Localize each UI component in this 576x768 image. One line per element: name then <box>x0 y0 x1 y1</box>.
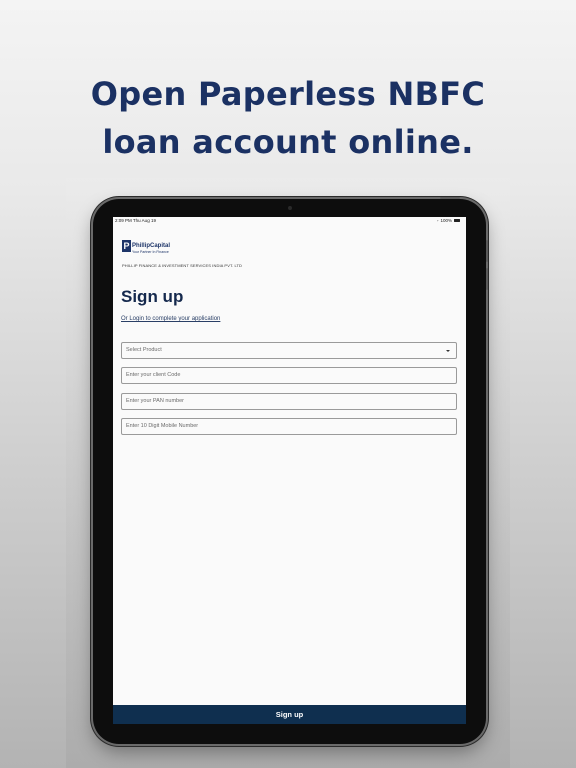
headline-line-1: Open Paperless NBFC <box>90 75 486 113</box>
promo-headline: Open Paperless NBFC loan account online. <box>0 70 576 166</box>
headline-line-2: loan account online. <box>102 123 474 161</box>
status-time: 2:09 PM Thu Aug 19 <box>115 218 156 223</box>
login-link[interactable]: Or Login to complete your application <box>121 316 220 322</box>
page-title: Sign up <box>121 287 184 306</box>
camera-icon <box>288 206 292 210</box>
wifi-icon: ◦ <box>436 218 439 223</box>
brand-tagline: Your Partner In Finance <box>132 250 169 254</box>
client-code-field[interactable]: Enter your client Code <box>121 367 457 384</box>
power-button <box>440 197 460 199</box>
logo-text: PhillipCapital Your Partner In Finance <box>132 240 170 254</box>
logo-mark-icon: P <box>122 240 131 252</box>
volume-button-2 <box>486 268 488 290</box>
status-right: ◦ 100% <box>437 218 460 223</box>
mobile-field[interactable]: Enter 10 Digit Mobile Number <box>121 418 457 435</box>
client-code-placeholder: Enter your client Code <box>126 372 181 378</box>
mobile-placeholder: Enter 10 Digit Mobile Number <box>126 423 199 429</box>
status-bar: 2:09 PM Thu Aug 19 ◦ 100% <box>113 217 466 225</box>
pan-field[interactable]: Enter your PAN number <box>121 393 457 410</box>
signup-button[interactable]: Sign up <box>113 705 466 724</box>
battery-percent: 100% <box>440 218 452 223</box>
product-select[interactable]: Select Product <box>121 342 457 359</box>
brand-name: PhillipCapital <box>132 243 171 249</box>
brand-logo: P PhillipCapital Your Partner In Finance <box>122 240 170 254</box>
app-screen: 2:09 PM Thu Aug 19 ◦ 100% P PhillipCapit… <box>113 217 466 724</box>
pan-placeholder: Enter your PAN number <box>126 398 184 404</box>
product-select-value: Select Product <box>126 347 162 353</box>
company-name: PHILLIP FINANCE & INVESTMENT SERVICES IN… <box>122 263 243 268</box>
volume-button <box>486 240 488 262</box>
chevron-down-icon <box>446 350 450 352</box>
battery-icon <box>454 219 460 222</box>
